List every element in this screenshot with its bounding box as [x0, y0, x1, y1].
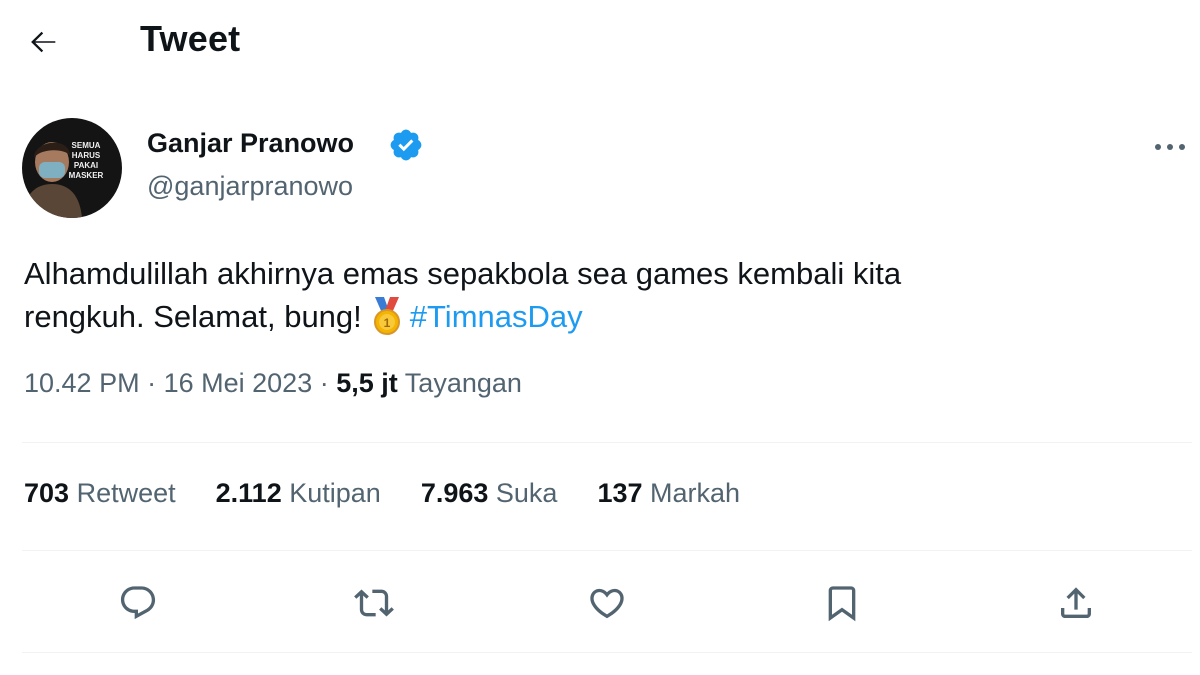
stat-bookmarks[interactable]: 137 Markah: [597, 478, 740, 509]
more-horizontal-icon: [1155, 144, 1185, 150]
stat-count: 7.963: [420, 478, 489, 508]
avatar[interactable]: SEMUA HARUS PAKAI MASKER: [22, 118, 122, 218]
more-options-button[interactable]: [1150, 132, 1190, 162]
svg-text:1: 1: [383, 316, 390, 330]
author-name[interactable]: Ganjar Pranowo: [147, 128, 354, 159]
tweet-time[interactable]: 10.42 PM: [24, 368, 140, 398]
author-handle[interactable]: @ganjarpranowo: [147, 171, 353, 202]
stat-label: Markah: [650, 478, 741, 508]
divider: [22, 442, 1192, 443]
tweet-text: Alhamdulillah akhirnya emas sepakbola se…: [24, 252, 1174, 338]
tweet-text-line1: Alhamdulillah akhirnya emas sepakbola se…: [24, 256, 902, 291]
stat-count: 137: [597, 478, 643, 508]
svg-text:MASKER: MASKER: [69, 171, 104, 180]
bookmark-button[interactable]: [819, 580, 865, 626]
divider: [22, 550, 1192, 551]
stat-label: Retweet: [76, 478, 176, 508]
tweet-meta: 10.42 PM · 16 Mei 2023 · 5,5 jt Tayangan: [24, 368, 522, 399]
svg-text:SEMUA: SEMUA: [72, 141, 101, 150]
svg-text:PAKAI: PAKAI: [74, 161, 98, 170]
stat-label: Kutipan: [289, 478, 381, 508]
reply-icon: [120, 586, 156, 620]
stat-quotes[interactable]: 2.112 Kutipan: [216, 478, 381, 509]
divider: [22, 652, 1192, 653]
tweet-stats: 703 Retweet 2.112 Kutipan 7.963 Suka 137 Ma…: [24, 478, 780, 509]
heart-icon: [590, 588, 624, 619]
share-button[interactable]: [1053, 580, 1099, 626]
meta-separator: ·: [319, 368, 329, 398]
views-count: 5,5 jt: [336, 368, 398, 398]
back-button[interactable]: [24, 22, 64, 62]
stat-label: Suka: [495, 478, 558, 508]
reply-button[interactable]: [115, 580, 161, 626]
gold-medal-icon: 1: [373, 297, 400, 335]
retweet-button[interactable]: [351, 580, 397, 626]
tweet-text-line2: rengkuh. Selamat, bung!: [24, 299, 362, 334]
stat-retweets[interactable]: 703 Retweet: [24, 478, 176, 509]
stat-count: 2.112: [215, 478, 282, 508]
tweet-page: Tweet SEMUA HARUS PAKAI MASKER Ganjar Pr…: [0, 0, 1200, 675]
stat-count: 703: [24, 478, 70, 508]
retweet-icon: [354, 589, 394, 617]
avatar-image: SEMUA HARUS PAKAI MASKER: [22, 118, 122, 218]
tweet-date[interactable]: 16 Mei 2023: [164, 368, 313, 398]
tweet-header: Tweet: [0, 0, 1200, 82]
share-icon: [1061, 587, 1091, 618]
verified-badge-icon: [390, 129, 422, 161]
like-button[interactable]: [584, 580, 630, 626]
svg-text:HARUS: HARUS: [72, 151, 101, 160]
hashtag-link[interactable]: #TimnasDay: [410, 299, 583, 334]
page-title: Tweet: [140, 18, 241, 59]
meta-separator: ·: [147, 368, 157, 398]
arrow-left-icon: [31, 31, 56, 53]
bookmark-icon: [828, 586, 856, 622]
views-label: Tayangan: [404, 368, 522, 398]
stat-likes[interactable]: 7.963 Suka: [421, 478, 558, 509]
